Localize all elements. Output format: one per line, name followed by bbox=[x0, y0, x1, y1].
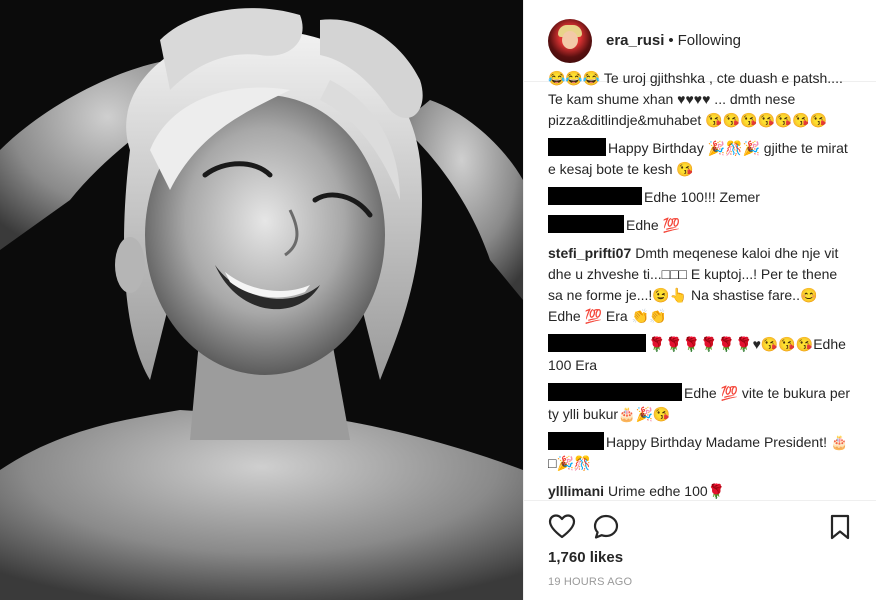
comment-item: Edhe 💯 vite te bukura per ty ylli bukur🎂… bbox=[548, 383, 853, 425]
comment-item: 🌹🌹🌹🌹🌹🌹♥😘😘😘Edhe 100 Era bbox=[548, 334, 853, 376]
bookmark-icon[interactable] bbox=[826, 513, 854, 541]
profile-avatar[interactable] bbox=[548, 18, 592, 63]
comment-item: 😂😂😂 Te uroj gjithshka , cte duash e pats… bbox=[548, 68, 853, 131]
username-link[interactable]: era_rusi bbox=[606, 32, 664, 49]
post-photo[interactable] bbox=[0, 0, 523, 600]
redacted-username bbox=[548, 187, 642, 205]
comment-item: stefi_prifti07 Dmth meqenese kaloi dhe nj… bbox=[548, 243, 853, 327]
header-separator: • bbox=[668, 32, 674, 49]
comment-author[interactable]: stefi_prifti07 bbox=[548, 245, 631, 261]
instagram-post: era_rusi • Following 😂😂😂 Te uroj gjithsh… bbox=[0, 0, 876, 600]
comment-item: Edhe 100!!! Zemer bbox=[548, 187, 853, 208]
follow-status-button[interactable]: Following bbox=[678, 32, 741, 49]
portrait-image bbox=[0, 0, 523, 600]
redacted-username bbox=[548, 215, 624, 233]
comment-text: Edhe 💯 bbox=[626, 217, 681, 233]
comment-item: Edhe 💯 bbox=[548, 215, 853, 236]
comment-author[interactable]: ylllimani bbox=[548, 483, 604, 499]
likes-count[interactable]: 1,760 likes bbox=[548, 549, 623, 566]
comment-text: 😂😂😂 Te uroj gjithshka , cte duash e pats… bbox=[548, 70, 843, 128]
redacted-username bbox=[548, 138, 606, 156]
comment-text: Edhe 100!!! Zemer bbox=[644, 189, 760, 205]
comment-item: Happy Birthday 🎉🎊🎉 gjithe te mirat e kes… bbox=[548, 138, 853, 180]
action-bar bbox=[524, 500, 876, 548]
redacted-username bbox=[548, 432, 604, 450]
comment-item: Happy Birthday Madame President! 🎂□🎉🎊 bbox=[548, 432, 853, 474]
comments-list[interactable]: 😂😂😂 Te uroj gjithshka , cte duash e pats… bbox=[548, 68, 853, 500]
comment-text: Urime edhe 100🌹 bbox=[608, 483, 726, 499]
heart-icon[interactable] bbox=[548, 513, 576, 541]
comment-item: ylllimani Urime edhe 100🌹 bbox=[548, 481, 853, 500]
post-sidebar: era_rusi • Following 😂😂😂 Te uroj gjithsh… bbox=[523, 0, 876, 600]
comment-icon[interactable] bbox=[592, 513, 620, 541]
post-timestamp[interactable]: 19 HOURS AGO bbox=[548, 576, 632, 588]
avatar-face bbox=[562, 30, 578, 49]
redacted-username bbox=[548, 383, 682, 401]
redacted-username bbox=[548, 334, 646, 352]
